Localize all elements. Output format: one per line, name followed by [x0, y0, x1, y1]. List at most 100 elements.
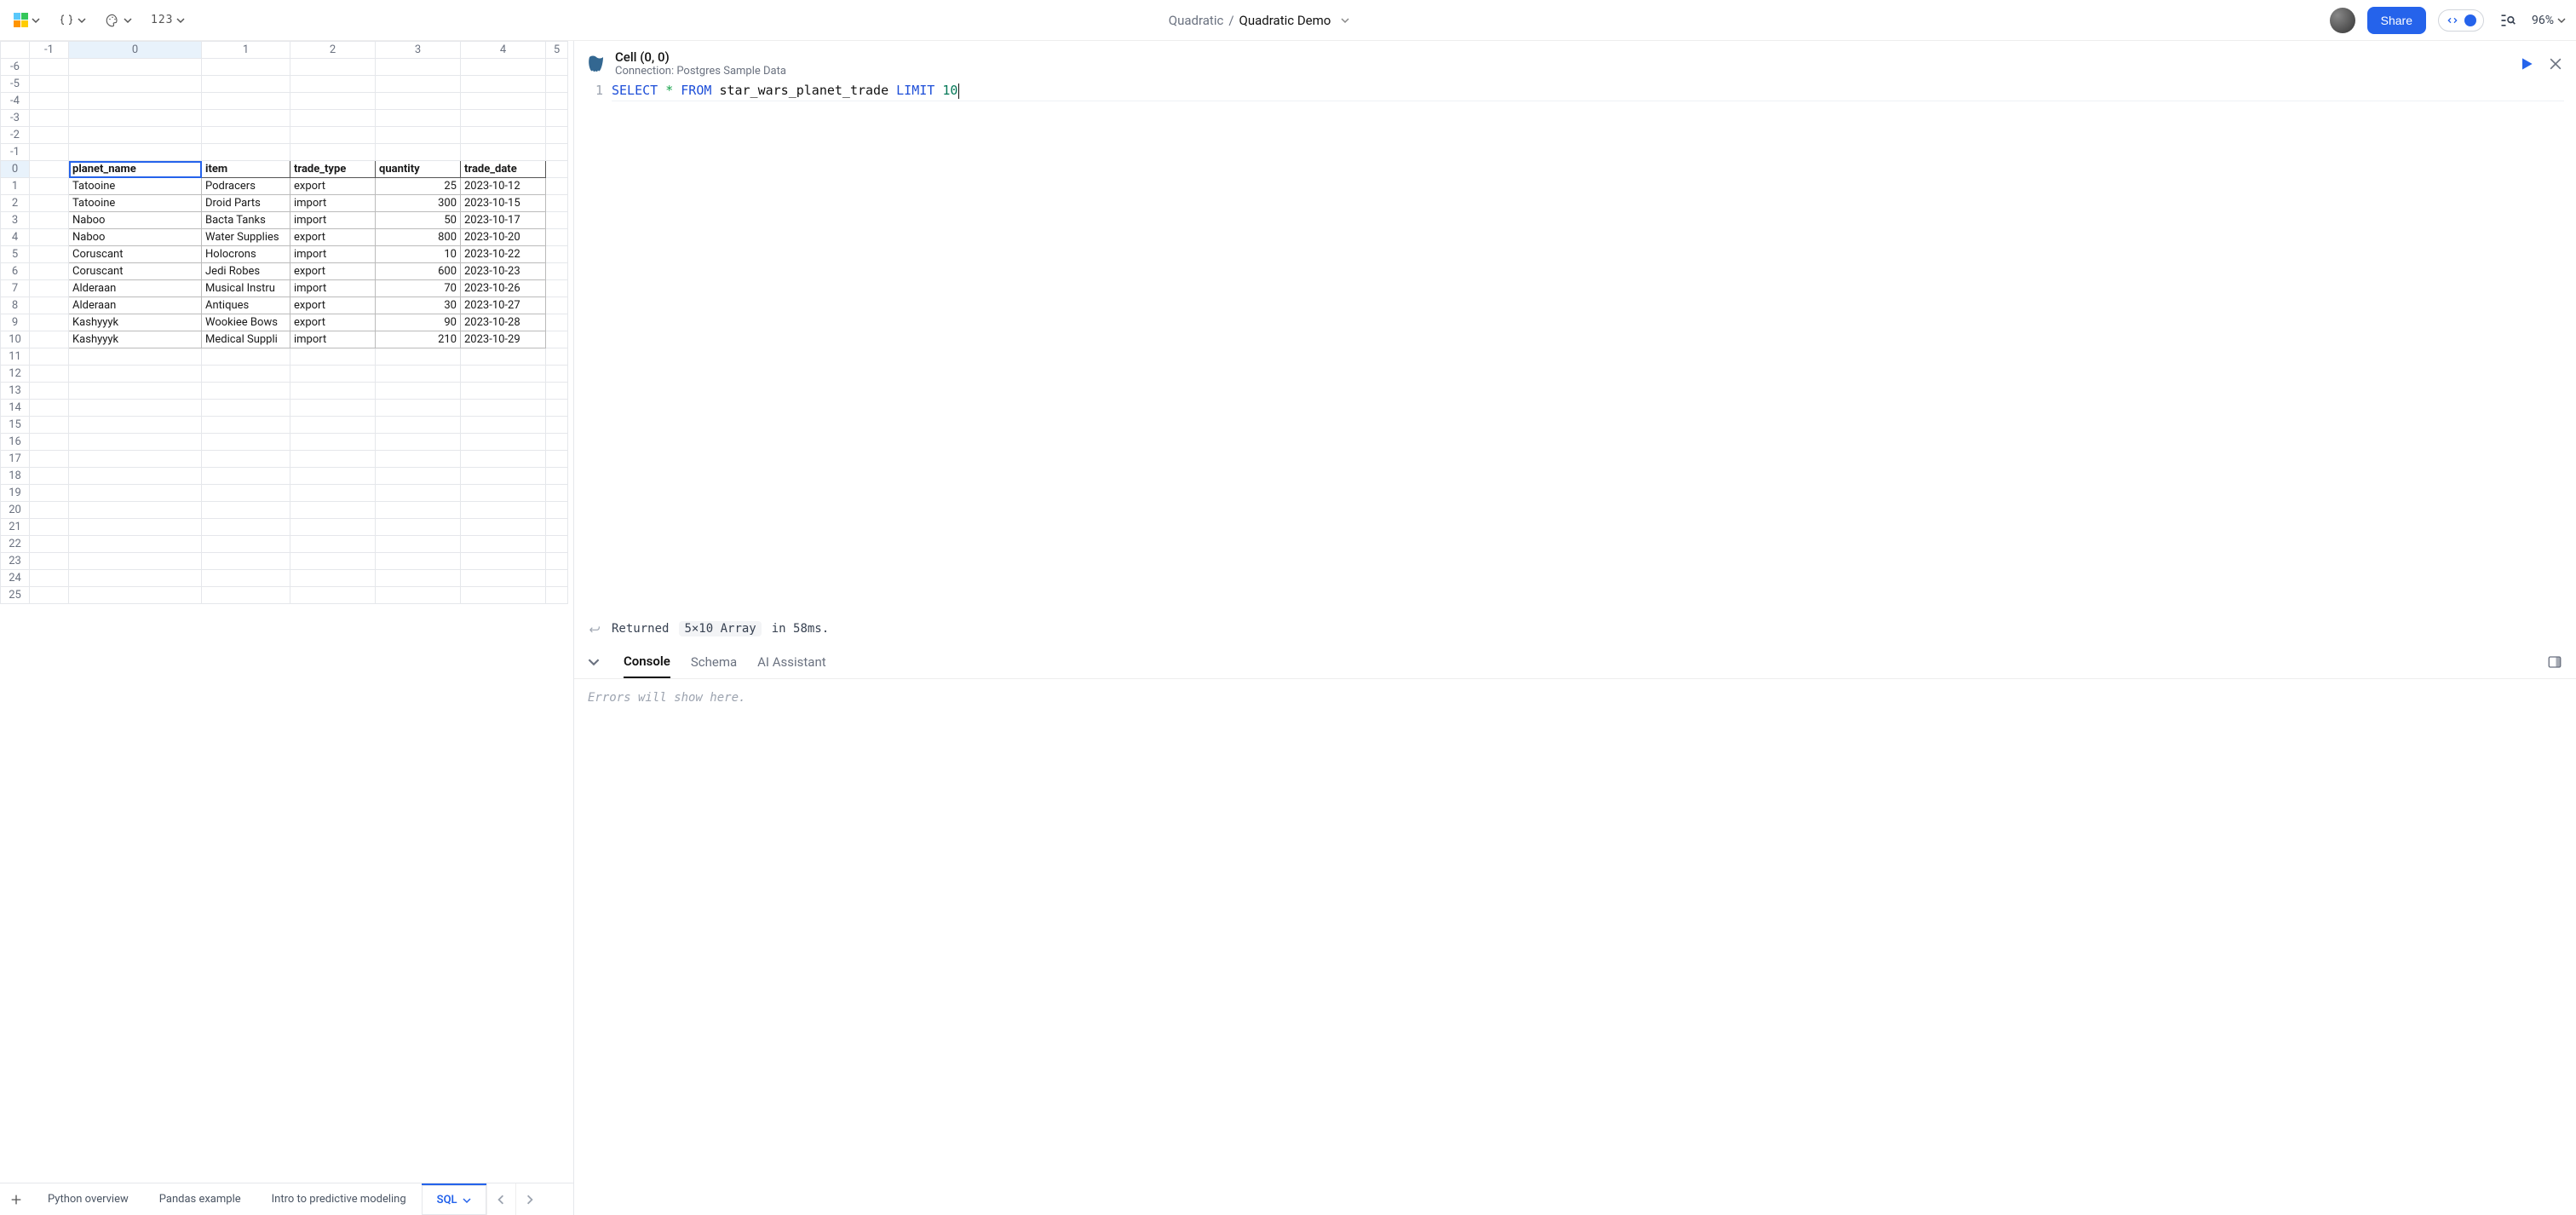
code-line[interactable]: SELECT * FROM star_wars_planet_trade LIM…: [612, 81, 2564, 101]
cell[interactable]: [290, 570, 376, 587]
cell[interactable]: Coruscant: [69, 246, 202, 263]
cell[interactable]: [376, 553, 461, 570]
cell[interactable]: [69, 587, 202, 604]
cell[interactable]: [202, 348, 290, 366]
cell[interactable]: trade_date: [461, 161, 546, 178]
row-header[interactable]: 8: [1, 297, 30, 314]
cell[interactable]: import: [290, 246, 376, 263]
cell[interactable]: [30, 161, 69, 178]
cell[interactable]: [376, 59, 461, 76]
cell[interactable]: 2023-10-20: [461, 229, 546, 246]
cell[interactable]: 50: [376, 212, 461, 229]
sheet-nav-prev[interactable]: [486, 1183, 515, 1215]
grid-corner[interactable]: [1, 42, 30, 59]
cell[interactable]: 90: [376, 314, 461, 331]
cell[interactable]: Coruscant: [69, 263, 202, 280]
cell[interactable]: [69, 553, 202, 570]
cell[interactable]: [30, 434, 69, 451]
cell[interactable]: [461, 366, 546, 383]
cell[interactable]: [202, 366, 290, 383]
number-format-menu[interactable]: 123: [147, 10, 188, 30]
col-header[interactable]: 2: [290, 42, 376, 59]
cell[interactable]: [69, 519, 202, 536]
cell[interactable]: [290, 127, 376, 144]
cell[interactable]: [30, 400, 69, 417]
cell[interactable]: [461, 587, 546, 604]
row-header[interactable]: 5: [1, 246, 30, 263]
app-menu[interactable]: [10, 9, 43, 31]
cell[interactable]: Antiques: [202, 297, 290, 314]
cell[interactable]: [546, 417, 568, 434]
cell[interactable]: [290, 502, 376, 519]
cell[interactable]: [202, 93, 290, 110]
cell[interactable]: [202, 59, 290, 76]
cell[interactable]: 2023-10-29: [461, 331, 546, 348]
cell[interactable]: 10: [376, 246, 461, 263]
cell[interactable]: [546, 59, 568, 76]
cell[interactable]: [202, 110, 290, 127]
cell[interactable]: [546, 110, 568, 127]
cell[interactable]: [461, 434, 546, 451]
cell[interactable]: [30, 263, 69, 280]
cell[interactable]: [69, 485, 202, 502]
row-header[interactable]: 18: [1, 468, 30, 485]
row-header[interactable]: 6: [1, 263, 30, 280]
cell[interactable]: [546, 263, 568, 280]
cell[interactable]: 300: [376, 195, 461, 212]
cell[interactable]: [202, 451, 290, 468]
cell[interactable]: [30, 314, 69, 331]
cell[interactable]: [376, 502, 461, 519]
cell[interactable]: [30, 127, 69, 144]
cell[interactable]: [461, 348, 546, 366]
cell[interactable]: [30, 178, 69, 195]
cell[interactable]: [461, 485, 546, 502]
cell[interactable]: [461, 127, 546, 144]
row-header[interactable]: 16: [1, 434, 30, 451]
cell[interactable]: [376, 144, 461, 161]
cell[interactable]: [376, 400, 461, 417]
cell[interactable]: [30, 587, 69, 604]
cell[interactable]: [376, 383, 461, 400]
cell[interactable]: [30, 246, 69, 263]
command-palette-button[interactable]: [2496, 9, 2520, 32]
cell[interactable]: Kashyyyk: [69, 314, 202, 331]
cell[interactable]: [546, 553, 568, 570]
cell[interactable]: [376, 434, 461, 451]
cell[interactable]: [202, 76, 290, 93]
cell[interactable]: [290, 366, 376, 383]
cell[interactable]: [202, 502, 290, 519]
cell[interactable]: [376, 468, 461, 485]
cell[interactable]: [546, 331, 568, 348]
cell[interactable]: [290, 553, 376, 570]
row-header[interactable]: 24: [1, 570, 30, 587]
cell[interactable]: [69, 417, 202, 434]
row-header[interactable]: 15: [1, 417, 30, 434]
cell[interactable]: [202, 553, 290, 570]
code-editor[interactable]: 1 SELECT * FROM star_wars_planet_trade L…: [574, 81, 2576, 101]
cell[interactable]: [30, 297, 69, 314]
cell[interactable]: [30, 417, 69, 434]
cell[interactable]: [461, 553, 546, 570]
row-header[interactable]: 0: [1, 161, 30, 178]
cell[interactable]: [546, 93, 568, 110]
cell[interactable]: [30, 366, 69, 383]
cell[interactable]: [376, 93, 461, 110]
col-header[interactable]: 4: [461, 42, 546, 59]
row-header[interactable]: 13: [1, 383, 30, 400]
cell[interactable]: planet_name: [69, 161, 202, 178]
cell[interactable]: [376, 536, 461, 553]
row-header[interactable]: 10: [1, 331, 30, 348]
row-header[interactable]: -5: [1, 76, 30, 93]
cell[interactable]: [30, 519, 69, 536]
cell[interactable]: [546, 178, 568, 195]
cell[interactable]: [376, 570, 461, 587]
col-header[interactable]: -1: [30, 42, 69, 59]
cell[interactable]: [546, 451, 568, 468]
cell[interactable]: export: [290, 178, 376, 195]
cell[interactable]: [69, 76, 202, 93]
cell[interactable]: [69, 468, 202, 485]
cell[interactable]: 25: [376, 178, 461, 195]
cell[interactable]: [30, 229, 69, 246]
cell[interactable]: [202, 485, 290, 502]
cell[interactable]: import: [290, 212, 376, 229]
